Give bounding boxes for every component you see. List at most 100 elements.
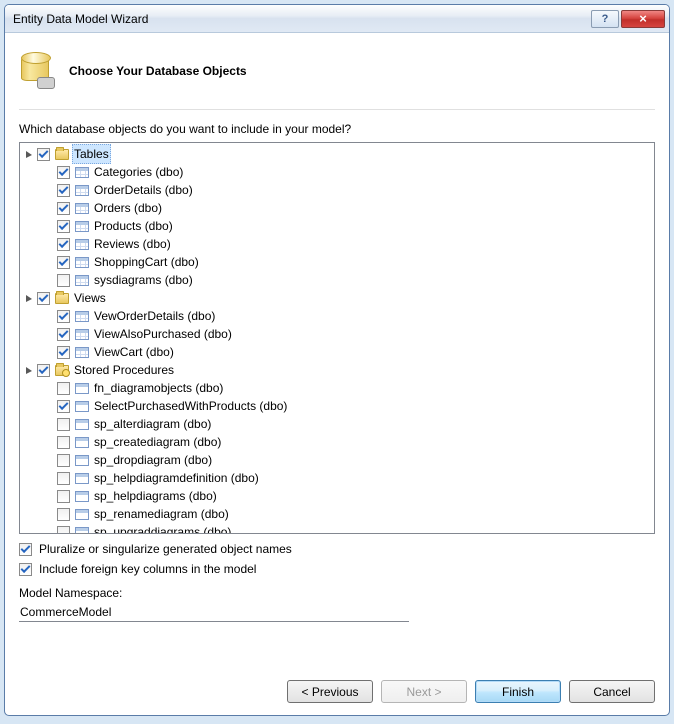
prompt-text: Which database objects do you want to in…	[19, 122, 655, 136]
checkbox[interactable]	[57, 256, 70, 269]
namespace-input[interactable]	[19, 603, 409, 622]
checkbox[interactable]	[57, 238, 70, 251]
checkbox[interactable]	[57, 436, 70, 449]
tree-item-label: VewOrderDetails (dbo)	[92, 307, 217, 325]
tree-item-label: sysdiagrams (dbo)	[92, 271, 195, 289]
stored-procedure-icon	[74, 489, 90, 503]
option-foreign-keys-label: Include foreign key columns in the model	[39, 562, 256, 576]
tree-item[interactable]: Reviews (dbo)	[44, 235, 650, 253]
titlebar: Entity Data Model Wizard ? ×	[5, 5, 669, 33]
tree-item-label: sp_helpdiagrams (dbo)	[92, 487, 219, 505]
table-icon	[74, 345, 90, 359]
checkbox[interactable]	[37, 364, 50, 377]
tree-item[interactable]: ViewAlsoPurchased (dbo)	[44, 325, 650, 343]
tree-group-views[interactable]: Views	[24, 289, 650, 307]
tree-item-label: fn_diagramobjects (dbo)	[92, 379, 225, 397]
checkbox-pluralize[interactable]	[19, 543, 32, 556]
stored-procedure-icon	[74, 507, 90, 521]
tree-item[interactable]: sp_upgraddiagrams (dbo)	[44, 523, 650, 534]
checkbox[interactable]	[57, 400, 70, 413]
collapse-icon[interactable]	[24, 293, 35, 304]
tree-group-label: Stored Procedures	[72, 361, 176, 379]
tree-item[interactable]: Orders (dbo)	[44, 199, 650, 217]
next-button[interactable]: Next >	[381, 680, 467, 703]
tree-item-label: sp_alterdiagram (dbo)	[92, 415, 213, 433]
finish-button[interactable]: Finish	[475, 680, 561, 703]
checkbox[interactable]	[57, 202, 70, 215]
checkbox[interactable]	[57, 184, 70, 197]
tree-item[interactable]: ShoppingCart (dbo)	[44, 253, 650, 271]
tree-item[interactable]: Products (dbo)	[44, 217, 650, 235]
table-icon	[74, 255, 90, 269]
tree-item[interactable]: VewOrderDetails (dbo)	[44, 307, 650, 325]
checkbox[interactable]	[37, 148, 50, 161]
tree-item[interactable]: sp_helpdiagramdefinition (dbo)	[44, 469, 650, 487]
folder-icon	[54, 147, 70, 161]
tree-item-label: Categories (dbo)	[92, 163, 185, 181]
wizard-window: Entity Data Model Wizard ? × Choose Your…	[4, 4, 670, 716]
tree-group-procs[interactable]: Stored Procedures	[24, 361, 650, 379]
stored-procedure-icon	[74, 417, 90, 431]
checkbox[interactable]	[57, 220, 70, 233]
tree-group-label: Views	[72, 289, 108, 307]
table-icon	[74, 201, 90, 215]
object-tree[interactable]: TablesCategories (dbo)OrderDetails (dbo)…	[19, 142, 655, 534]
help-button[interactable]: ?	[591, 10, 619, 28]
tree-item[interactable]: sp_alterdiagram (dbo)	[44, 415, 650, 433]
checkbox[interactable]	[57, 418, 70, 431]
table-icon	[74, 183, 90, 197]
checkbox[interactable]	[57, 490, 70, 503]
stored-procedure-icon	[74, 435, 90, 449]
tree-item-label: sp_upgraddiagrams (dbo)	[92, 523, 233, 534]
tree-item-label: OrderDetails (dbo)	[92, 181, 195, 199]
tree-item[interactable]: sp_renamediagram (dbo)	[44, 505, 650, 523]
content-area: Choose Your Database Objects Which datab…	[5, 33, 669, 715]
window-title: Entity Data Model Wizard	[13, 12, 591, 26]
tree-item[interactable]: sysdiagrams (dbo)	[44, 271, 650, 289]
folder-proc-icon	[54, 363, 70, 377]
checkbox[interactable]	[57, 166, 70, 179]
checkbox-foreign-keys[interactable]	[19, 563, 32, 576]
page-title: Choose Your Database Objects	[69, 64, 247, 78]
tree-group-tables[interactable]: Tables	[24, 145, 650, 163]
checkbox[interactable]	[57, 328, 70, 341]
tree-item[interactable]: sp_helpdiagrams (dbo)	[44, 487, 650, 505]
tree-item-label: sp_renamediagram (dbo)	[92, 505, 231, 523]
collapse-icon[interactable]	[24, 365, 35, 376]
checkbox[interactable]	[57, 310, 70, 323]
tree-item[interactable]: OrderDetails (dbo)	[44, 181, 650, 199]
tree-item-label: sp_creatediagram (dbo)	[92, 433, 223, 451]
option-foreign-keys[interactable]: Include foreign key columns in the model	[19, 562, 655, 576]
tree-group-label: Tables	[72, 144, 111, 164]
table-icon	[74, 273, 90, 287]
stored-procedure-icon	[74, 471, 90, 485]
checkbox[interactable]	[57, 382, 70, 395]
tree-item[interactable]: sp_creatediagram (dbo)	[44, 433, 650, 451]
tree-item[interactable]: Categories (dbo)	[44, 163, 650, 181]
database-icon	[19, 51, 55, 91]
tree-item[interactable]: SelectPurchasedWithProducts (dbo)	[44, 397, 650, 415]
checkbox[interactable]	[57, 346, 70, 359]
tree-item[interactable]: ViewCart (dbo)	[44, 343, 650, 361]
tree-item[interactable]: fn_diagramobjects (dbo)	[44, 379, 650, 397]
previous-button[interactable]: < Previous	[287, 680, 373, 703]
cancel-button[interactable]: Cancel	[569, 680, 655, 703]
checkbox[interactable]	[57, 454, 70, 467]
checkbox[interactable]	[57, 526, 70, 535]
checkbox[interactable]	[57, 274, 70, 287]
close-button[interactable]: ×	[621, 10, 665, 28]
tree-item-label: SelectPurchasedWithProducts (dbo)	[92, 397, 289, 415]
tree-item-label: Products (dbo)	[92, 217, 175, 235]
checkbox[interactable]	[37, 292, 50, 305]
checkbox[interactable]	[57, 508, 70, 521]
wizard-header: Choose Your Database Objects	[19, 45, 655, 110]
checkbox[interactable]	[57, 472, 70, 485]
table-icon	[74, 327, 90, 341]
collapse-icon[interactable]	[24, 149, 35, 160]
option-pluralize[interactable]: Pluralize or singularize generated objec…	[19, 542, 655, 556]
option-pluralize-label: Pluralize or singularize generated objec…	[39, 542, 292, 556]
tree-item[interactable]: sp_dropdiagram (dbo)	[44, 451, 650, 469]
stored-procedure-icon	[74, 399, 90, 413]
tree-item-label: sp_dropdiagram (dbo)	[92, 451, 214, 469]
namespace-label: Model Namespace:	[19, 586, 655, 600]
